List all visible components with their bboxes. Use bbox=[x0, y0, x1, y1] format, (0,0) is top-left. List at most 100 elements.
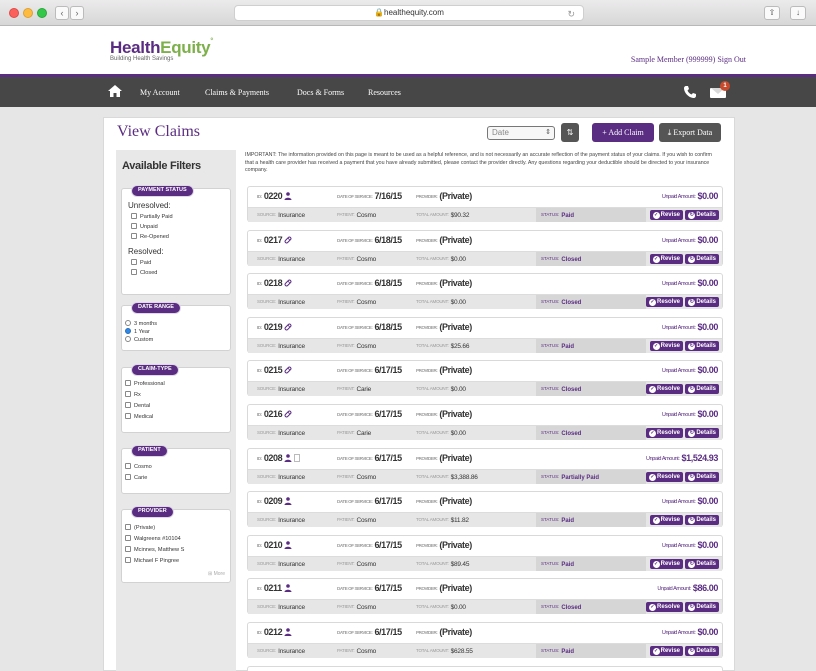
details-button[interactable]: ↻ Details bbox=[685, 210, 719, 220]
checkbox[interactable] bbox=[125, 546, 131, 552]
nav-docs-forms[interactable]: Docs & Forms bbox=[297, 88, 344, 97]
radio[interactable] bbox=[125, 320, 131, 326]
date-option-1-year[interactable]: 1 Year bbox=[125, 328, 150, 335]
details-button[interactable]: ↻ Details bbox=[685, 384, 719, 394]
resolve-button[interactable]: ✓ Resolve bbox=[645, 297, 683, 307]
provider-more-link[interactable]: ⊞ More bbox=[208, 571, 225, 577]
details-button[interactable]: ↻ Details bbox=[685, 602, 719, 612]
claim-card[interactable]: ID: 0220 DATE OF SERVICE: 7/16/15 PROVIDER:(… bbox=[247, 186, 723, 222]
download-icon[interactable]: ↓ bbox=[790, 6, 806, 20]
filter-option-re-opened[interactable]: Re-Opened bbox=[131, 233, 169, 240]
filter-option-partially-paid[interactable]: Partially Paid bbox=[131, 213, 173, 220]
claim-card[interactable]: ID: 0217 DATE OF SERVICE: 6/18/15 PROVIDER:(… bbox=[247, 230, 723, 266]
checkbox[interactable] bbox=[125, 413, 131, 419]
provider-private[interactable]: (Private) bbox=[125, 524, 155, 531]
resolve-button[interactable]: ✓ Resolve bbox=[645, 602, 683, 612]
patient-carie[interactable]: Carie bbox=[125, 474, 147, 481]
details-button[interactable]: ↻ Details bbox=[685, 341, 719, 351]
back-button[interactable]: ‹ bbox=[55, 6, 69, 20]
revise-button[interactable]: ✓ Revise bbox=[649, 646, 683, 656]
filter-option-closed[interactable]: Closed bbox=[131, 269, 157, 276]
share-icon[interactable]: ⇧ bbox=[764, 6, 780, 20]
details-button[interactable]: ↻ Details bbox=[685, 515, 719, 525]
resolve-button[interactable]: ✓ Resolve bbox=[645, 472, 683, 482]
provider-walgreens[interactable]: Walgreens #10104 bbox=[125, 535, 181, 542]
date-option-3-months[interactable]: 3 months bbox=[125, 320, 157, 327]
checkbox[interactable] bbox=[131, 269, 137, 275]
export-data-button[interactable]: ⤓ Export Data bbox=[659, 123, 721, 142]
claim-type-professional[interactable]: Professional bbox=[125, 380, 165, 387]
claim-status-box: STATUS: Paid bbox=[536, 557, 646, 571]
checkbox[interactable] bbox=[125, 391, 131, 397]
phone-icon[interactable] bbox=[683, 85, 697, 99]
checkbox[interactable] bbox=[131, 259, 137, 265]
close-window-button[interactable] bbox=[9, 8, 19, 18]
revise-button[interactable]: ✓ Revise bbox=[649, 515, 683, 525]
checkbox[interactable] bbox=[125, 535, 131, 541]
revise-button[interactable]: ✓ Revise bbox=[649, 341, 683, 351]
checkbox[interactable] bbox=[125, 402, 131, 408]
filter-option-unpaid[interactable]: Unpaid bbox=[131, 223, 158, 230]
claim-type-medical[interactable]: Medical bbox=[125, 413, 153, 420]
sort-direction-button[interactable]: ⇅ bbox=[561, 123, 579, 142]
details-button[interactable]: ↻ Details bbox=[685, 646, 719, 656]
claim-card[interactable]: ID: 0209 DATE OF SERVICE: 6/17/15 PROVIDER:(… bbox=[247, 491, 723, 527]
checkbox[interactable] bbox=[131, 213, 137, 219]
patient-cosmo[interactable]: Cosmo bbox=[125, 463, 152, 470]
radio[interactable] bbox=[125, 336, 131, 342]
checkbox[interactable] bbox=[125, 557, 131, 563]
member-signout-link[interactable]: Sample Member (999999) Sign Out bbox=[631, 55, 746, 64]
claim-card[interactable]: ID: 0210 DATE OF SERVICE: 6/17/15 PROVIDER:(… bbox=[247, 535, 723, 571]
claim-card[interactable]: ID: 0208 DATE OF SERVICE: 6/17/15 PROVIDER:(… bbox=[247, 448, 723, 484]
claim-id: ID: 0212 bbox=[257, 627, 292, 637]
zoom-window-button[interactable] bbox=[37, 8, 47, 18]
claim-card[interactable]: ID: 0211 DATE OF SERVICE: 6/17/15 PROVIDER:(… bbox=[247, 578, 723, 614]
details-button[interactable]: ↻ Details bbox=[685, 559, 719, 569]
resolve-button[interactable]: ✓ Resolve bbox=[645, 428, 683, 438]
radio-selected[interactable] bbox=[125, 328, 131, 334]
checkbox[interactable] bbox=[125, 463, 131, 469]
minimize-window-button[interactable] bbox=[23, 8, 33, 18]
add-claim-button[interactable]: + Add Claim bbox=[592, 123, 654, 142]
nav-my-account[interactable]: My Account bbox=[140, 88, 180, 97]
nav-claims-payments[interactable]: Claims & Payments bbox=[205, 88, 269, 97]
sort-select[interactable]: Date ⇕ bbox=[487, 126, 555, 140]
claim-source: SOURCE: Insurance bbox=[257, 343, 305, 350]
filter-option-paid[interactable]: Paid bbox=[131, 259, 151, 266]
forward-button[interactable]: › bbox=[70, 6, 84, 20]
address-bar[interactable]: 🔒healthequity.com ↻ bbox=[234, 5, 584, 21]
claim-type-rx[interactable]: Rx bbox=[125, 391, 141, 398]
check-icon: ✓ bbox=[652, 648, 660, 655]
reload-icon[interactable]: ↻ bbox=[567, 7, 575, 21]
nav-resources[interactable]: Resources bbox=[368, 88, 401, 97]
claim-details-row: SOURCE: Insurance PATIENT: Cosmo TOTAL AMOUN… bbox=[248, 251, 722, 266]
claim-card[interactable]: ID: 0216 DATE OF SERVICE: 6/17/15 PROVIDER:(… bbox=[247, 404, 723, 440]
revise-button[interactable]: ✓ Revise bbox=[649, 559, 683, 569]
checkbox[interactable] bbox=[131, 223, 137, 229]
claim-card[interactable]: ID: 0215 DATE OF SERVICE: 6/17/15 PROVIDER:(… bbox=[247, 360, 723, 396]
details-button[interactable]: ↻ Details bbox=[685, 428, 719, 438]
details-button[interactable]: ↻ Details bbox=[685, 297, 719, 307]
checkbox[interactable] bbox=[125, 524, 131, 530]
details-button[interactable]: ↻ Details bbox=[685, 472, 719, 482]
claim-card-partial[interactable] bbox=[247, 666, 723, 671]
details-button[interactable]: ↻ Details bbox=[685, 254, 719, 264]
checkbox[interactable] bbox=[125, 474, 131, 480]
resolve-button[interactable]: ✓ Resolve bbox=[645, 384, 683, 394]
claim-type-dental[interactable]: Dental bbox=[125, 402, 150, 409]
revise-button[interactable]: ✓ Revise bbox=[649, 254, 683, 264]
checkbox[interactable] bbox=[125, 380, 131, 386]
checkbox[interactable] bbox=[131, 233, 137, 239]
provider-pingree[interactable]: Michael F Pingree bbox=[125, 557, 179, 564]
revise-button[interactable]: ✓ Revise bbox=[649, 210, 683, 220]
logo[interactable]: HealthEquity° bbox=[110, 38, 213, 58]
claim-card[interactable]: ID: 0212 DATE OF SERVICE: 6/17/15 PROVIDER:(… bbox=[247, 622, 723, 658]
claim-status-box: STATUS: Paid bbox=[536, 339, 646, 353]
claim-card[interactable]: ID: 0218 DATE OF SERVICE: 6/18/15 PROVIDER:(… bbox=[247, 273, 723, 309]
provider-mcinnes[interactable]: Mcinnes, Matthew S bbox=[125, 546, 184, 553]
claim-card[interactable]: ID: 0219 DATE OF SERVICE: 6/18/15 PROVIDER:(… bbox=[247, 317, 723, 353]
date-option-custom[interactable]: Custom bbox=[125, 336, 153, 343]
claim-unpaid-amount: Unpaid Amount: $0.00 bbox=[661, 278, 718, 288]
home-icon[interactable] bbox=[108, 85, 122, 97]
pill-icon bbox=[284, 236, 292, 244]
